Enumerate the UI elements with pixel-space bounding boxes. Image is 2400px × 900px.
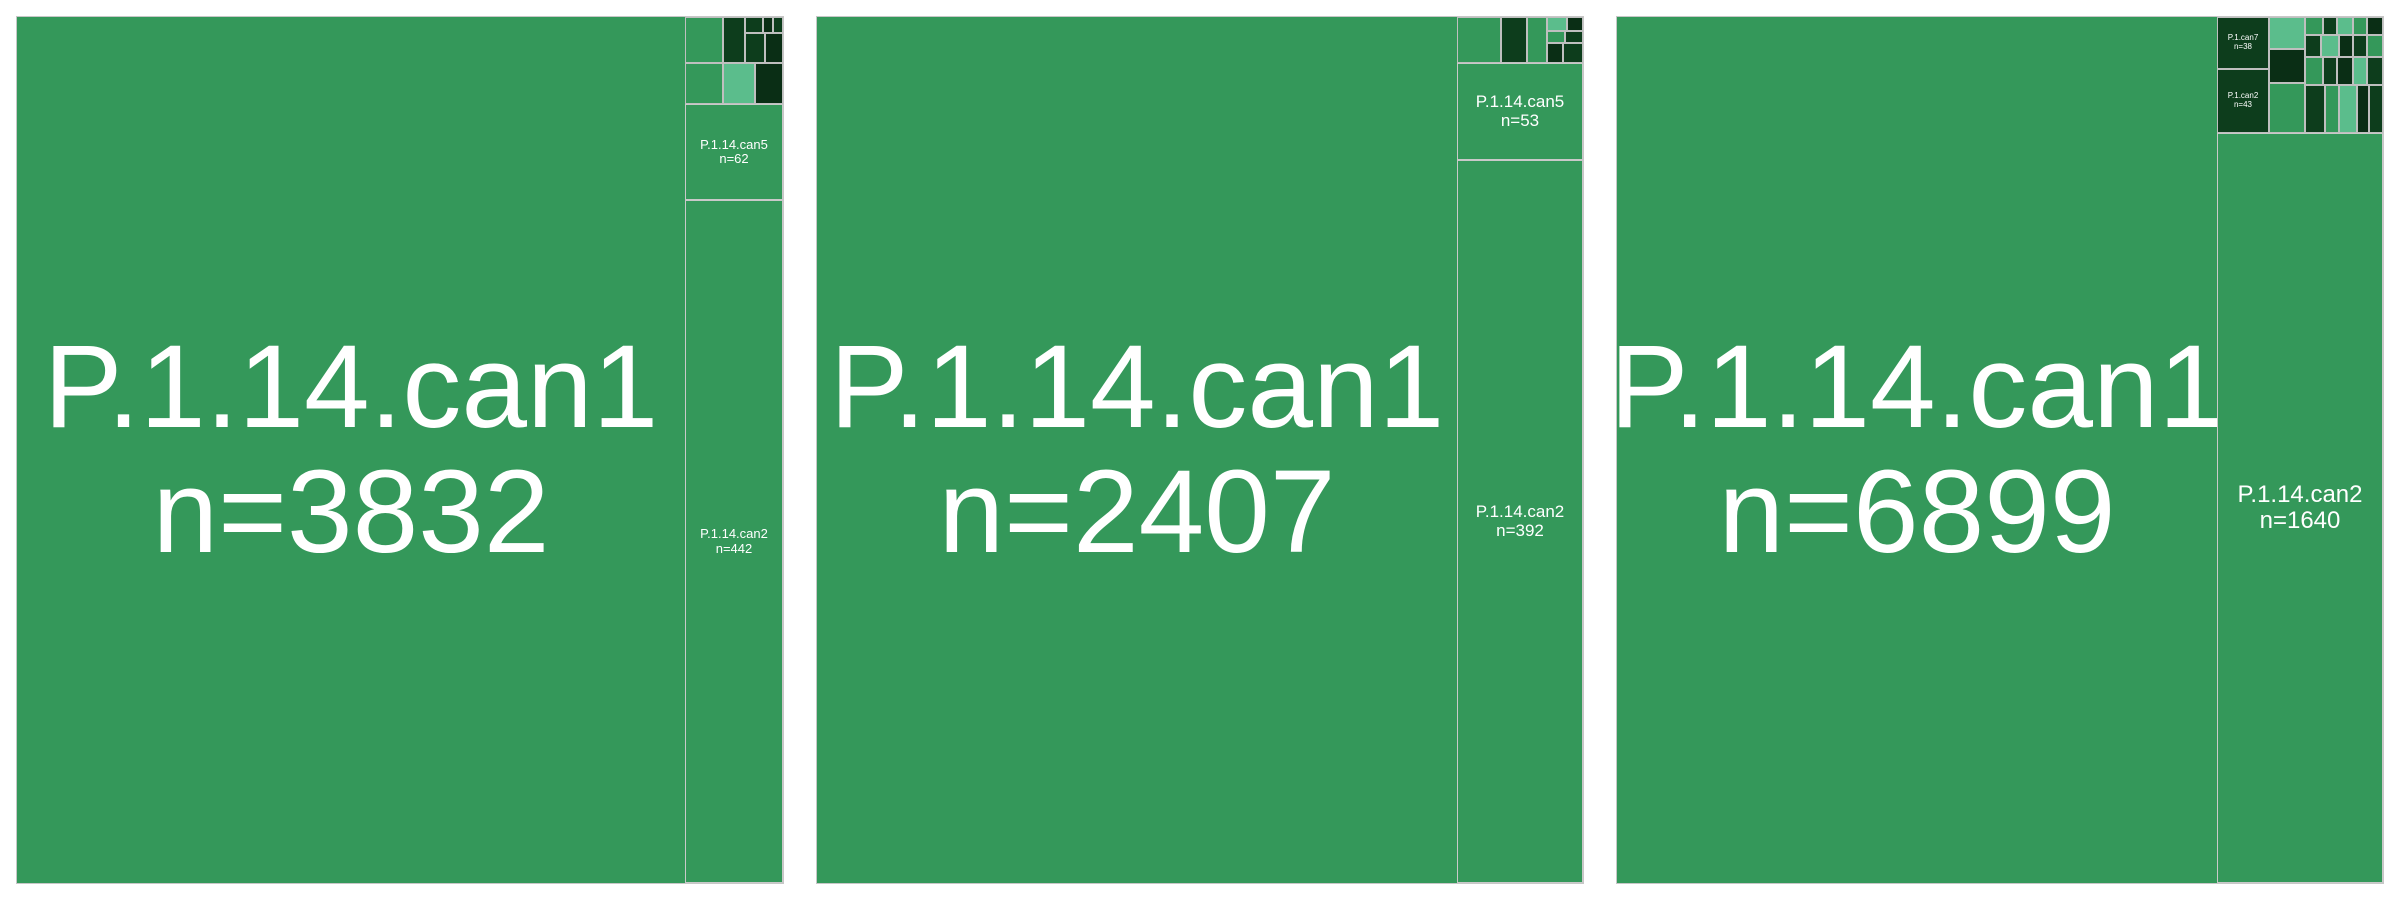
small-cell [2323,57,2337,85]
cell-count: n=3832 [152,446,550,578]
treemap-cell-can1: P.1.14.can1 n=2407 [817,17,1457,883]
small-cell [765,33,783,63]
cell-count: n=62 [719,151,749,166]
small-cell [685,63,723,104]
small-cell [1457,17,1501,63]
cell-count: n=43 [2233,100,2253,109]
small-cell [2367,57,2383,85]
treemap-cell-can5: P.1.14.can5 n=62 [685,104,783,200]
cell-label: P.1.14.can1 [1617,320,2217,453]
small-cell [2321,35,2339,57]
small-cell [763,17,773,33]
small-cell [2357,85,2369,133]
cell-label: P.1.14.can5 [1475,91,1565,111]
small-cell [773,17,783,33]
treemap-cell-p1-can2: P.1.can2 n=43 [2217,69,2269,133]
small-cell [2305,85,2325,133]
cell-label: P.1.14.can2 [1475,501,1565,521]
small-cell [2367,17,2383,35]
small-cell [2305,17,2323,35]
small-cell [685,17,723,63]
small-cell [2353,35,2367,57]
cell-count: n=442 [715,540,753,556]
cell-count: n=53 [1500,110,1540,130]
small-cell [2353,17,2367,35]
small-cell [1501,17,1527,63]
cell-count: n=1640 [2259,507,2341,534]
small-cell [2269,17,2305,49]
small-cells-mosaic [1457,17,1583,63]
small-cell [1527,17,1547,63]
small-cell [1565,31,1583,43]
treemap-cell-can5: P.1.14.can5 n=53 [1457,63,1583,160]
small-cell [2353,57,2367,85]
treemap-cell-can2: P.1.14.can2 n=392 [1457,160,1583,883]
treemap-cell-can1: P.1.14.can1 n=3832 [17,17,685,883]
small-cell [2339,35,2353,57]
small-cell [2337,57,2353,85]
treemap-cell-can2: P.1.14.can2 n=442 [685,200,783,883]
cell-label: P.1.14.can1 [829,320,1445,453]
small-cell [2339,85,2357,133]
small-cell [1547,17,1567,31]
small-cell [2305,35,2321,57]
small-cell [1563,43,1583,63]
small-cell [2269,49,2305,83]
treemap-cell-can2: P.1.14.can2 n=1640 [2217,133,2383,883]
small-cell [2369,85,2383,133]
small-cell [2367,35,2383,57]
cell-count: n=38 [2233,42,2253,51]
treemap-cell-can7: P.1.can7 n=38 [2217,17,2269,69]
cell-count: n=392 [1496,520,1544,540]
small-cell [745,17,763,33]
small-cell [1547,31,1565,43]
small-cell [1567,17,1583,31]
cell-label: P.1.14.can1 [43,320,659,453]
small-cell [2323,17,2337,35]
cell-label: P.1.14.can2 [2237,480,2363,508]
small-cell [2305,57,2323,85]
small-cell [2269,83,2305,133]
small-cell [723,17,745,63]
cell-label: P.1.14.can2 [700,526,768,542]
treemap-panel-3: P.1.14.can1 n=6899 P.1.14.can2 n=1640 P.… [1616,16,2384,884]
treemap-panel-1: P.1.14.can1 n=3832 P.1.14.can2 n=442 P.1… [16,16,784,884]
small-cells-mosaic: P.1.can7 n=38 P.1.can2 n=43 [2217,17,2383,133]
cell-count: n=2407 [938,446,1336,578]
small-cells-mosaic [685,17,783,104]
small-cell [2325,85,2339,133]
treemap-cell-can1: P.1.14.can1 n=6899 [1617,17,2217,883]
small-cell [2337,17,2353,35]
small-cell [723,63,755,104]
small-cell [755,63,783,104]
treemap-panel-2: P.1.14.can1 n=2407 P.1.14.can2 n=392 P.1… [816,16,1584,884]
cell-label: P.1.14.can5 [700,136,768,152]
cell-count: n=6899 [1718,446,2116,578]
small-cell [745,33,765,63]
small-cell [1547,43,1563,63]
